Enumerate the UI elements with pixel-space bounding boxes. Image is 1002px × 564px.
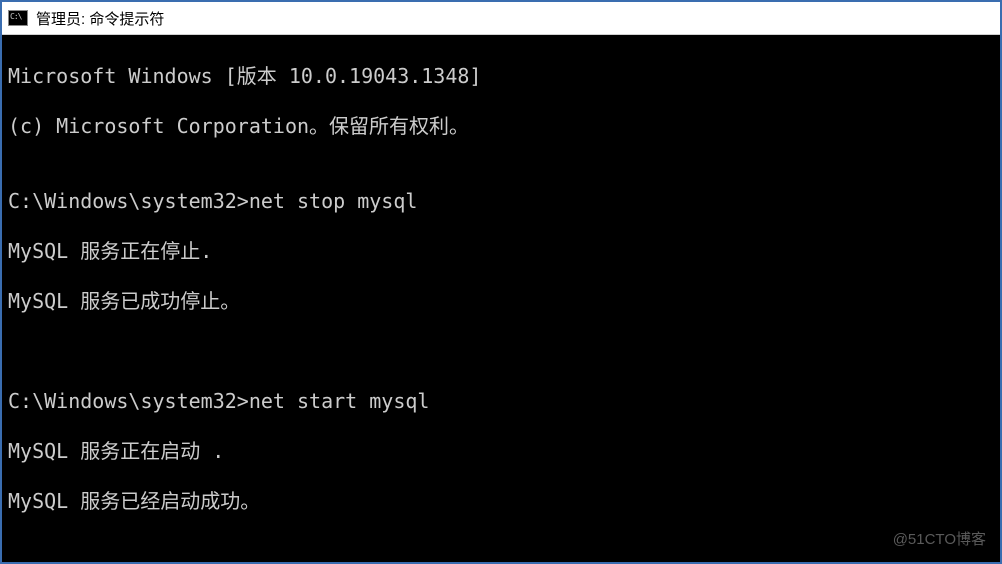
watermark-text: @51CTO博客 bbox=[893, 527, 986, 552]
terminal-line: MySQL 服务正在停止. bbox=[8, 239, 994, 264]
terminal-output[interactable]: Microsoft Windows [版本 10.0.19043.1348] (… bbox=[2, 35, 1000, 562]
terminal-line: MySQL 服务已经启动成功。 bbox=[8, 489, 994, 514]
terminal-line: C:\Windows\system32>net start mysql bbox=[8, 389, 994, 414]
terminal-line: MySQL 服务已成功停止。 bbox=[8, 289, 994, 314]
cmd-icon bbox=[8, 10, 28, 26]
terminal-line: (c) Microsoft Corporation。保留所有权利。 bbox=[8, 114, 994, 139]
terminal-line: MySQL 服务正在启动 . bbox=[8, 439, 994, 464]
terminal-line: Microsoft Windows [版本 10.0.19043.1348] bbox=[8, 64, 994, 89]
window-titlebar[interactable]: 管理员: 命令提示符 bbox=[2, 2, 1000, 35]
terminal-line: C:\Windows\system32>net stop mysql bbox=[8, 189, 994, 214]
window-title: 管理员: 命令提示符 bbox=[36, 8, 164, 29]
